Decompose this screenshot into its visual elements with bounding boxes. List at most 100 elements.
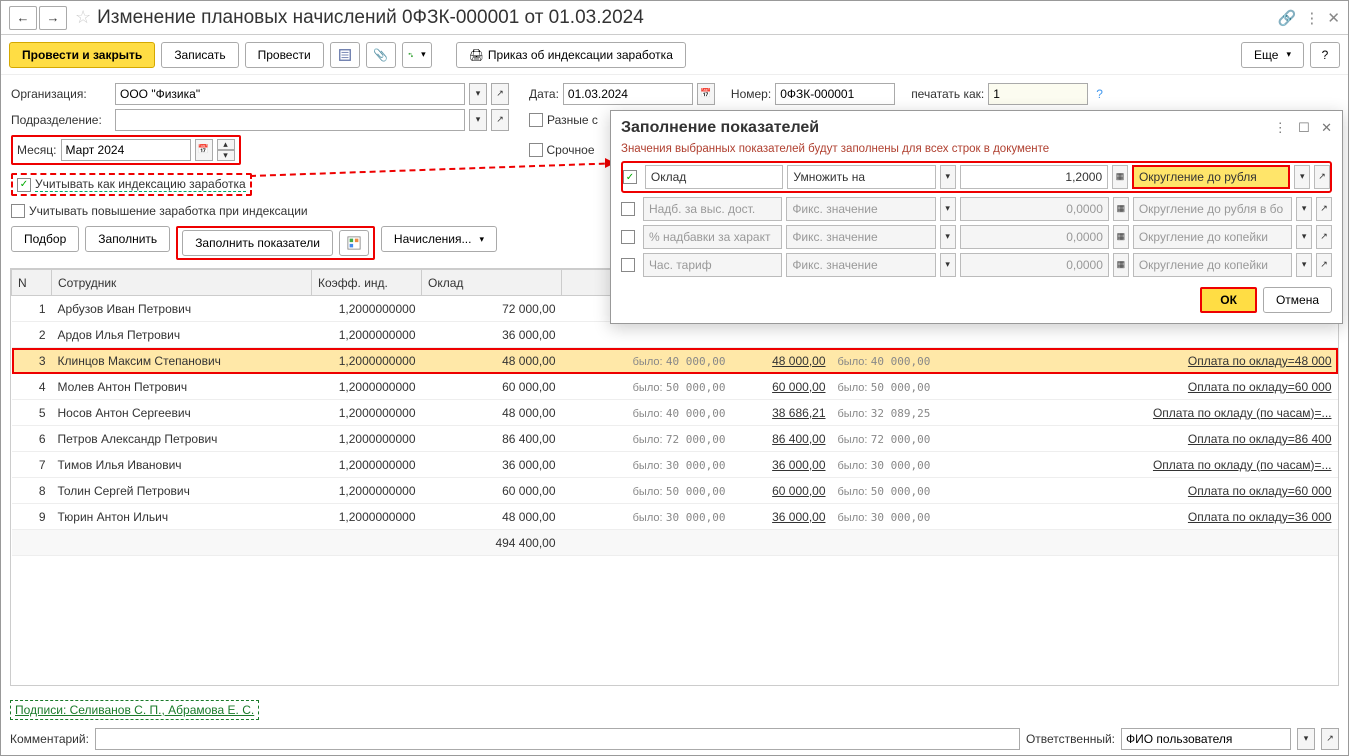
dept-dropdown[interactable]: ▾ (469, 109, 487, 131)
metric-checkbox[interactable] (621, 202, 635, 216)
value-calc[interactable]: ▦ (1112, 165, 1128, 189)
raise-checkbox[interactable] (11, 204, 25, 218)
order-button[interactable]: 🖨 Приказ об индексации заработка (456, 42, 686, 68)
resp-input[interactable] (1121, 728, 1291, 750)
month-down[interactable]: ▾ (217, 150, 235, 161)
table-row[interactable]: 3Клинцов Максим Степанович1,200000000048… (12, 348, 1338, 374)
metric-checkbox[interactable] (621, 230, 635, 244)
dept-input[interactable] (115, 109, 465, 131)
metric-round[interactable]: Округление до рубля (1132, 165, 1290, 189)
month-up[interactable]: ▴ (217, 139, 235, 150)
number-label: Номер: (731, 87, 771, 101)
popup-subtitle: Значения выбранных показателей будут зап… (621, 143, 1332, 155)
report-icon-button[interactable] (330, 42, 360, 68)
metric-action[interactable]: Умножить на (787, 165, 935, 189)
month-label: Месяц: (17, 143, 57, 157)
date-input[interactable] (563, 83, 693, 105)
favorite-icon[interactable]: ☆ (75, 7, 91, 28)
month-calendar[interactable]: 📅 (195, 139, 213, 161)
forward-button[interactable]: → (39, 6, 67, 30)
metric-value: 0,0000 (960, 225, 1109, 249)
col-salary[interactable]: Оклад (422, 270, 562, 296)
popup-menu-icon[interactable]: ⋮ (1274, 120, 1287, 135)
metric-checkbox[interactable]: ✓ (623, 170, 637, 184)
table-row[interactable]: 2Ардов Илья Петрович1,200000000036 000,0… (12, 322, 1338, 348)
date-calendar[interactable]: 📅 (697, 83, 715, 105)
popup-metric-row: % надбавки за характФикс. значение▾0,000… (621, 223, 1332, 251)
round-open[interactable]: ↗ (1314, 165, 1330, 189)
table-row[interactable]: 4Молев Антон Петрович1,200000000060 000,… (12, 374, 1338, 400)
comment-label: Комментарий: (10, 732, 89, 746)
metric-value[interactable]: 1,2000 (960, 165, 1108, 189)
number-input[interactable] (775, 83, 895, 105)
metric-action: Фикс. значение (786, 197, 935, 221)
more-button[interactable]: Еще (1241, 42, 1304, 68)
total-cell: 494 400,00 (422, 530, 562, 556)
table-row[interactable]: 8Толин Сергей Петрович1,200000000060 000… (12, 478, 1338, 504)
index-checkbox[interactable]: ✓ (17, 178, 31, 192)
link-icon[interactable]: 🔗 (1278, 9, 1297, 27)
col-n[interactable]: N (12, 270, 52, 296)
table-row[interactable]: 6Петров Александр Петрович1,200000000086… (12, 426, 1338, 452)
metric-action: Фикс. значение (786, 253, 935, 277)
value-calc: ▦ (1113, 197, 1129, 221)
index-check-label[interactable]: Учитывать как индексацию заработка (35, 177, 246, 192)
signatures-link[interactable]: Подписи: Селиванов С. П., Абрамова Е. С. (10, 700, 259, 720)
popup-metric-row: Час. тарифФикс. значение▾0,0000▦Округлен… (621, 251, 1332, 279)
org-input[interactable] (115, 83, 465, 105)
attach-icon-button[interactable]: 📎 (366, 42, 396, 68)
dept-open[interactable]: ↗ (491, 109, 509, 131)
org-label: Организация: (11, 87, 111, 101)
resp-open[interactable]: ↗ (1321, 728, 1339, 750)
table-row[interactable]: 7Тимов Илья Иванович1,200000000036 000,0… (12, 452, 1338, 478)
metric-round: Округление до копейки (1133, 225, 1292, 249)
date-label: Дата: (529, 87, 559, 101)
raise-check-label: Учитывать повышение заработка при индекс… (29, 204, 308, 218)
accruals-button[interactable]: Начисления... (381, 226, 497, 252)
back-button[interactable]: ← (9, 6, 37, 30)
employee-table: N Сотрудник Коэфф. инд. Оклад 1Арбузов И… (10, 268, 1339, 686)
resp-dropdown[interactable]: ▾ (1297, 728, 1315, 750)
print-help[interactable]: ? (1096, 87, 1103, 101)
workflow-icon-button[interactable] (402, 42, 432, 68)
metric-checkbox[interactable] (621, 258, 635, 272)
write-button[interactable]: Записать (161, 42, 238, 68)
popup-cancel-button[interactable]: Отмена (1263, 287, 1332, 313)
comment-input[interactable] (95, 728, 1020, 750)
close-icon[interactable]: ✕ (1327, 9, 1340, 27)
table-row[interactable]: 9Тюрин Антон Ильич1,200000000048 000,00б… (12, 504, 1338, 530)
help-button[interactable]: ? (1310, 42, 1340, 68)
action-dropdown: ▾ (940, 197, 956, 221)
table-row[interactable]: 5Носов Антон Сергеевич1,200000000048 000… (12, 400, 1338, 426)
col-coef[interactable]: Коэфф. инд. (312, 270, 422, 296)
toolbar: Провести и закрыть Записать Провести 📎 🖨… (1, 35, 1348, 75)
popup-metric-row: ✓ОкладУмножить на▾1,2000▦Округление до р… (621, 161, 1332, 193)
metric-round: Округление до копейки (1133, 253, 1292, 277)
window-title: Изменение плановых начислений 0ФЗК-00000… (97, 7, 1278, 29)
action-dropdown[interactable]: ▾ (940, 165, 956, 189)
fill-metrics-button[interactable]: Заполнить показатели (182, 230, 333, 256)
popup-maximize-icon[interactable]: ☐ (1298, 120, 1310, 135)
urgent-checkbox[interactable] (529, 143, 543, 157)
round-open: ↗ (1316, 253, 1332, 277)
metric-round: Округление до рубля в бо (1133, 197, 1292, 221)
urgent-label: Срочное (547, 143, 595, 157)
org-dropdown[interactable]: ▾ (469, 83, 487, 105)
round-open: ↗ (1316, 197, 1332, 221)
print-input[interactable] (988, 83, 1088, 105)
org-open[interactable]: ↗ (491, 83, 509, 105)
popup-ok-button[interactable]: ОК (1200, 287, 1257, 313)
fill-metrics-icon-button[interactable] (339, 230, 369, 256)
menu-icon[interactable]: ⋮ (1304, 9, 1319, 27)
diff-checkbox[interactable] (529, 113, 543, 127)
popup-close-icon[interactable]: ✕ (1321, 120, 1332, 135)
post-close-button[interactable]: Провести и закрыть (9, 42, 155, 68)
pick-button[interactable]: Подбор (11, 226, 79, 252)
col-emp[interactable]: Сотрудник (52, 270, 312, 296)
fill-metrics-popup: Заполнение показателей ⋮ ☐ ✕ Значения вы… (610, 110, 1343, 324)
round-dropdown[interactable]: ▾ (1294, 165, 1310, 189)
post-button[interactable]: Провести (245, 42, 324, 68)
fill-button[interactable]: Заполнить (85, 226, 170, 252)
month-input[interactable] (61, 139, 191, 161)
print-label: печатать как: (911, 87, 984, 101)
